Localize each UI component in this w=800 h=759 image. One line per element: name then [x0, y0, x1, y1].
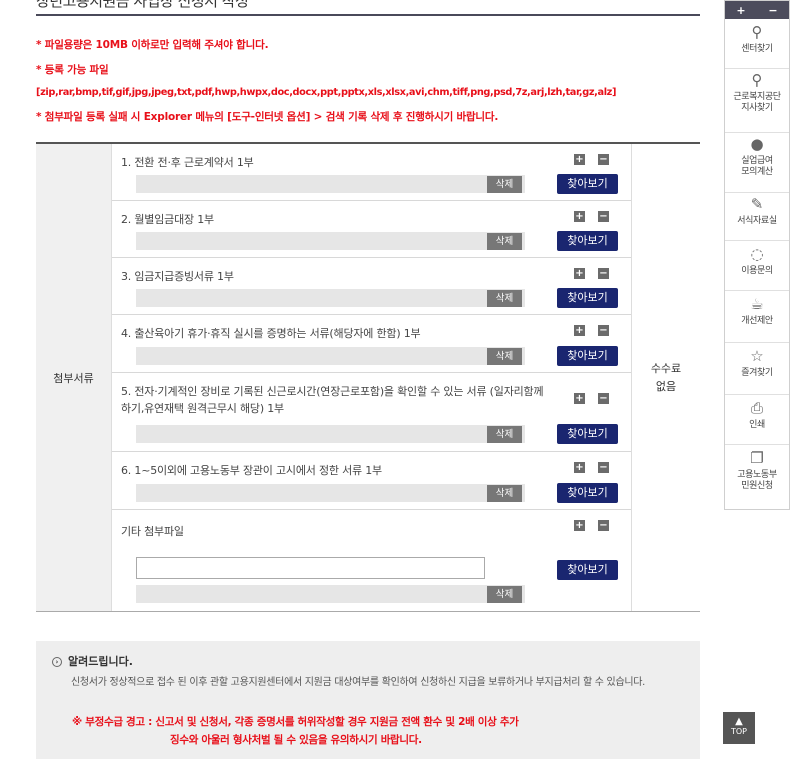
quick-menu-inquiry[interactable]: ◌ 이용문의 — [725, 245, 789, 291]
attachment-row: 4. 출산육아기 휴가·휴직 실시를 증명하는 서류(해당자에 한함) 1부 +… — [112, 315, 631, 373]
fraud-warning-line1: ※ 부정수급 경고 : 신고서 및 신청서, 각종 증명서를 허위작성할 경우 … — [72, 716, 519, 728]
quick-menu-branch-search[interactable]: ⚲ 근로복지공단 지사찾기 — [725, 71, 789, 133]
chat-icon: ◌ — [750, 245, 764, 263]
remove-file-button[interactable]: − — [598, 393, 609, 404]
quick-menu-favorites[interactable]: ☆ 즐겨찾기 — [725, 347, 789, 395]
quick-menu-civil-petition[interactable]: ❐ 고용노동부 민원신청 — [725, 449, 789, 509]
zoom-out-button[interactable]: − — [768, 4, 777, 17]
file-path-input[interactable] — [136, 557, 485, 579]
add-file-button[interactable]: + — [574, 462, 585, 473]
person-icon: ● — [750, 135, 764, 153]
delete-button[interactable]: 삭제 — [487, 485, 522, 502]
quick-menu: + − ⚲ 센터찾기 ⚲ 근로복지공단 지사찾기 ● 실업급여 모의계산 ✎ 서… — [724, 0, 790, 510]
file-path-display — [136, 289, 525, 307]
quick-menu-zoom: + − — [725, 1, 789, 19]
delete-button[interactable]: 삭제 — [487, 586, 522, 603]
add-file-button[interactable]: + — [574, 268, 585, 279]
file-path-display — [136, 425, 525, 443]
attachment-table: 첨부서류 1. 전환 전·후 근로계약서 1부 + − 삭제 찾아보기 2. 월… — [36, 142, 700, 612]
quick-menu-forms[interactable]: ✎ 서식자료실 — [725, 195, 789, 241]
scroll-top-label: TOP — [730, 727, 747, 736]
attachment-row: 6. 1~5이외에 고용노동부 장관이 고시에서 정한 서류 1부 + − 삭제… — [112, 452, 631, 510]
attachment-section-label: 첨부서류 — [36, 144, 112, 611]
quick-menu-center-search[interactable]: ⚲ 센터찾기 — [725, 23, 789, 69]
info-heading: › 알려드립니다. — [52, 653, 133, 669]
delete-button[interactable]: 삭제 — [487, 290, 522, 307]
add-file-button[interactable]: + — [574, 154, 585, 165]
quick-menu-benefit-calc[interactable]: ● 실업급여 모의계산 — [725, 135, 789, 193]
location-pin-icon: ⚲ — [751, 23, 763, 41]
fee-label: 수수료 — [650, 361, 682, 375]
delete-button[interactable]: 삭제 — [487, 176, 522, 193]
document-icon: ❐ — [750, 449, 764, 467]
browse-button[interactable]: 찾아보기 — [557, 231, 618, 251]
attachment-title: 4. 출산육아기 휴가·휴직 실시를 증명하는 서류(해당자에 한함) 1부 — [121, 327, 421, 340]
delete-button[interactable]: 삭제 — [487, 426, 522, 443]
add-file-button[interactable]: + — [574, 325, 585, 336]
notice-size-limit: * 파일용량은 10MB 이하로만 입력해 주셔야 합니다. — [36, 39, 269, 51]
browse-button[interactable]: 찾아보기 — [557, 174, 618, 194]
remove-file-button[interactable]: − — [598, 325, 609, 336]
file-path-display — [136, 484, 525, 502]
remove-file-button[interactable]: − — [598, 520, 609, 531]
browse-button[interactable]: 찾아보기 — [557, 346, 618, 366]
print-icon: ⎙ — [750, 399, 763, 417]
attachment-title: 6. 1~5이외에 고용노동부 장관이 고시에서 정한 서류 1부 — [121, 464, 382, 477]
attachment-title: 5. 전자·기계적인 장비로 기록된 신근로시간(연장근로포함)을 확인할 수 … — [121, 385, 544, 415]
info-body: 신청서가 정상적으로 접수 된 이후 관할 고용지원센터에서 지원금 대상여부를… — [71, 677, 646, 688]
notice-failure-hint: * 첨부파일 등록 실패 시 Explorer 메뉴의 [도구-인터넷 옵션] … — [36, 111, 499, 123]
attachment-title: 3. 임금지급증빙서류 1부 — [121, 270, 234, 283]
file-path-display — [136, 175, 525, 193]
attachment-row-other: 기타 첨부파일 + − 찾아보기 삭제 — [112, 510, 631, 613]
attachment-title: 1. 전환 전·후 근로계약서 1부 — [121, 156, 254, 169]
browse-button[interactable]: 찾아보기 — [557, 288, 618, 308]
attachment-row: 2. 월별임금대장 1부 + − 삭제 찾아보기 — [112, 201, 631, 258]
attachment-row: 3. 임금지급증빙서류 1부 + − 삭제 찾아보기 — [112, 258, 631, 315]
attachment-row: 5. 전자·기계적인 장비로 기록된 신근로시간(연장근로포함)을 확인할 수 … — [112, 373, 631, 452]
fee-cell: 수수료 없음 — [631, 144, 700, 611]
cup-icon: ☕ — [750, 295, 764, 313]
page-title: 장년고용지원금 사업장 신청서 작성 — [36, 0, 700, 16]
add-file-button[interactable]: + — [574, 211, 585, 222]
file-path-display — [136, 585, 525, 603]
attachment-title: 2. 월별임금대장 1부 — [121, 213, 214, 226]
remove-file-button[interactable]: − — [598, 154, 609, 165]
quick-menu-suggestion[interactable]: ☕ 개선제안 — [725, 295, 789, 343]
location-pin-icon: ⚲ — [751, 71, 763, 89]
circle-arrow-icon: › — [52, 657, 62, 667]
scroll-top-button[interactable]: ▲ TOP — [723, 712, 755, 744]
remove-file-button[interactable]: − — [598, 462, 609, 473]
browse-button[interactable]: 찾아보기 — [557, 424, 618, 444]
delete-button[interactable]: 삭제 — [487, 348, 522, 365]
add-file-button[interactable]: + — [574, 520, 585, 531]
fraud-warning-line2: 징수와 아울러 형사처벌 될 수 있음을 유의하시기 바랍니다. — [170, 734, 422, 746]
add-file-button[interactable]: + — [574, 393, 585, 404]
info-heading-text: 알려드립니다. — [68, 655, 133, 668]
fraud-warning: ※ 부정수급 경고 : 신고서 및 신청서, 각종 증명서를 허위작성할 경우 … — [72, 713, 682, 749]
delete-button[interactable]: 삭제 — [487, 233, 522, 250]
quick-menu-print[interactable]: ⎙ 인쇄 — [725, 399, 789, 445]
browse-button[interactable]: 찾아보기 — [557, 483, 618, 503]
browse-button[interactable]: 찾아보기 — [557, 560, 618, 580]
remove-file-button[interactable]: − — [598, 211, 609, 222]
attachment-title: 기타 첨부파일 — [121, 525, 184, 538]
file-path-display — [136, 347, 525, 365]
edit-icon: ✎ — [750, 195, 764, 213]
star-icon: ☆ — [750, 347, 764, 365]
info-box: › 알려드립니다. 신청서가 정상적으로 접수 된 이후 관할 고용지원센터에서 … — [36, 641, 700, 759]
remove-file-button[interactable]: − — [598, 268, 609, 279]
zoom-in-button[interactable]: + — [736, 4, 745, 17]
arrow-up-icon: ▲ — [735, 716, 743, 727]
fee-value: 없음 — [655, 379, 677, 393]
file-path-display — [136, 232, 525, 250]
notice-allowed-label: * 등록 가능 파일 — [36, 64, 109, 76]
attachment-row: 1. 전환 전·후 근로계약서 1부 + − 삭제 찾아보기 — [112, 144, 631, 201]
notice-allowed-types: [zip,rar,bmp,tif,gif,jpg,jpeg,txt,pdf,hw… — [36, 87, 617, 98]
